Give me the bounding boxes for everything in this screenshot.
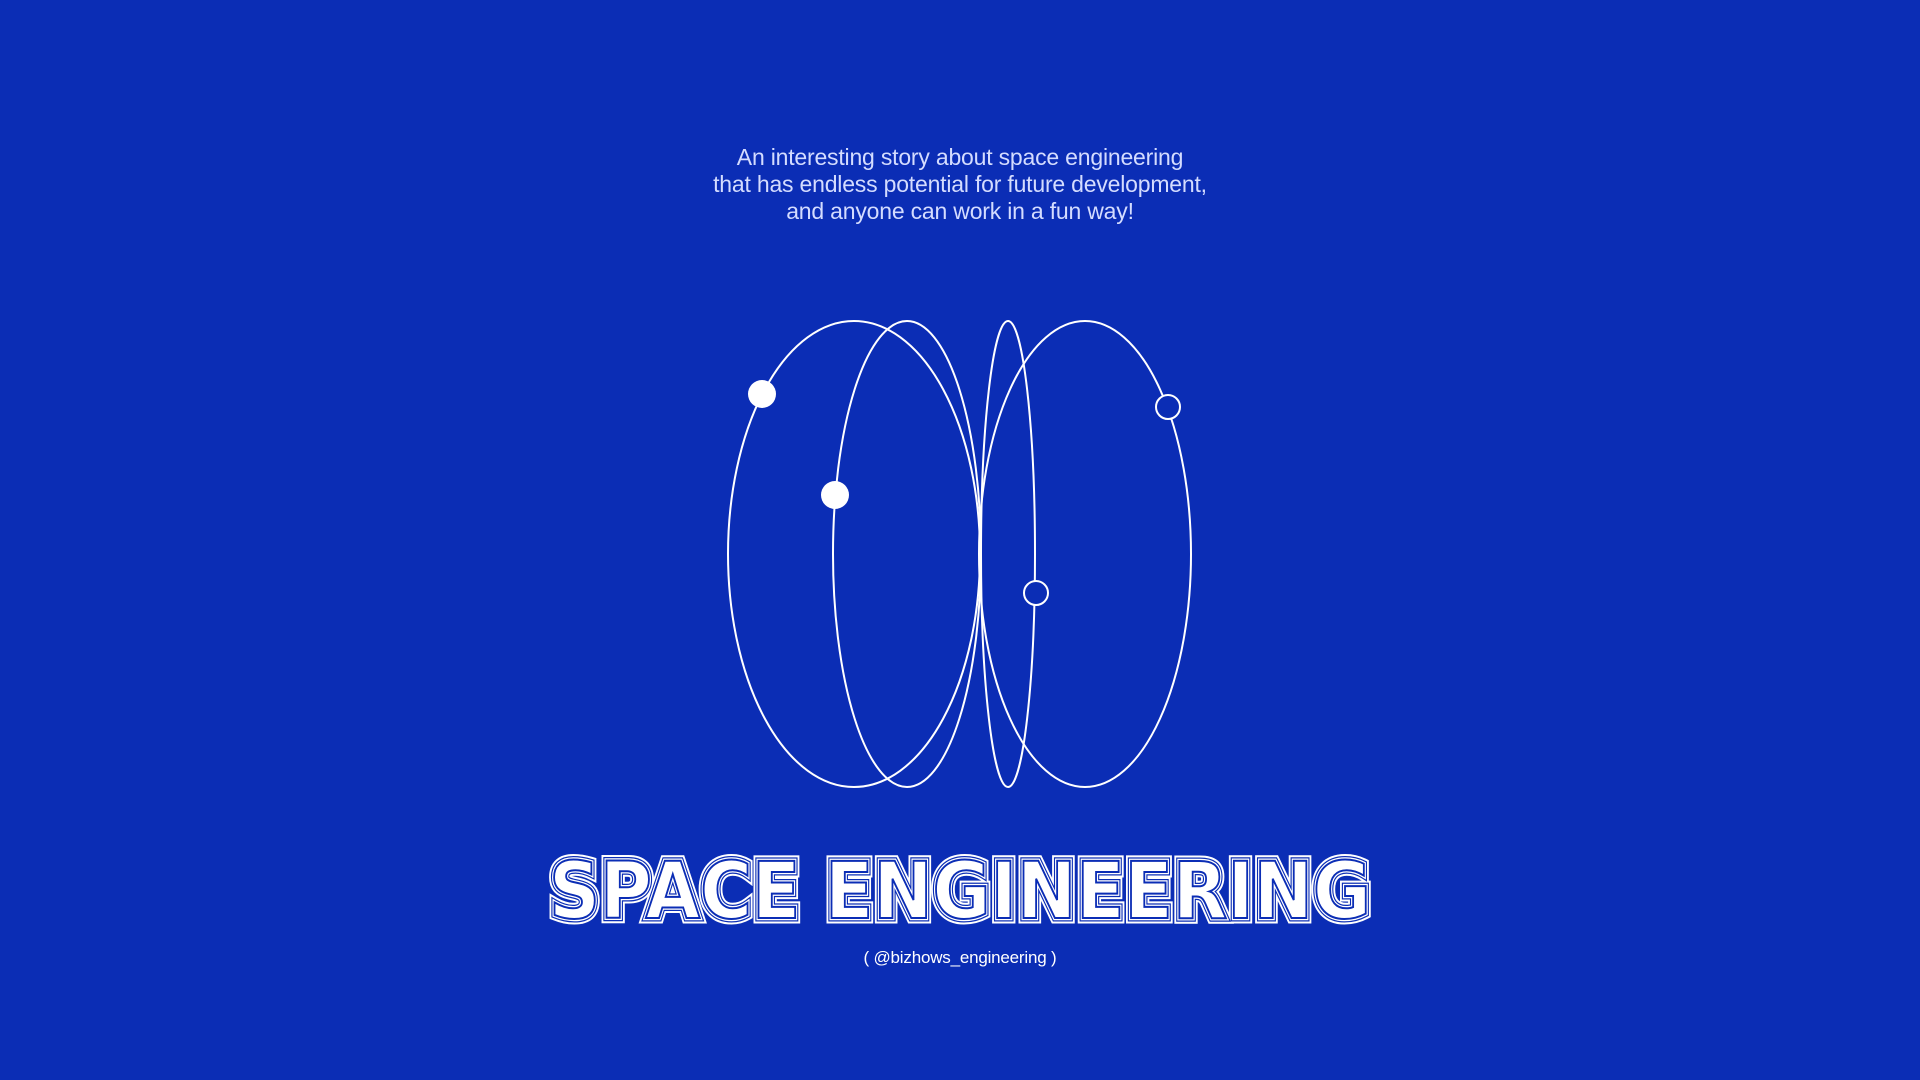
orbit-dot-filled-1 — [748, 380, 776, 408]
orbit-ellipse-3 — [980, 320, 1036, 788]
social-handle: ( @bizhows_engineering ) — [863, 948, 1057, 967]
orbit-ellipse-2 — [832, 320, 982, 788]
orbit-dot-outline-1 — [1155, 394, 1181, 420]
title-wordmark: SPACE ENGINEERING SPACE ENGINEERING SPAC… — [0, 842, 1920, 943]
title-inner: SPACE ENGINEERING — [549, 848, 1371, 928]
orbit-dot-filled-2 — [821, 481, 849, 509]
orbit-dot-outline-2 — [1023, 580, 1049, 606]
orbit-ellipse-4 — [978, 320, 1192, 788]
